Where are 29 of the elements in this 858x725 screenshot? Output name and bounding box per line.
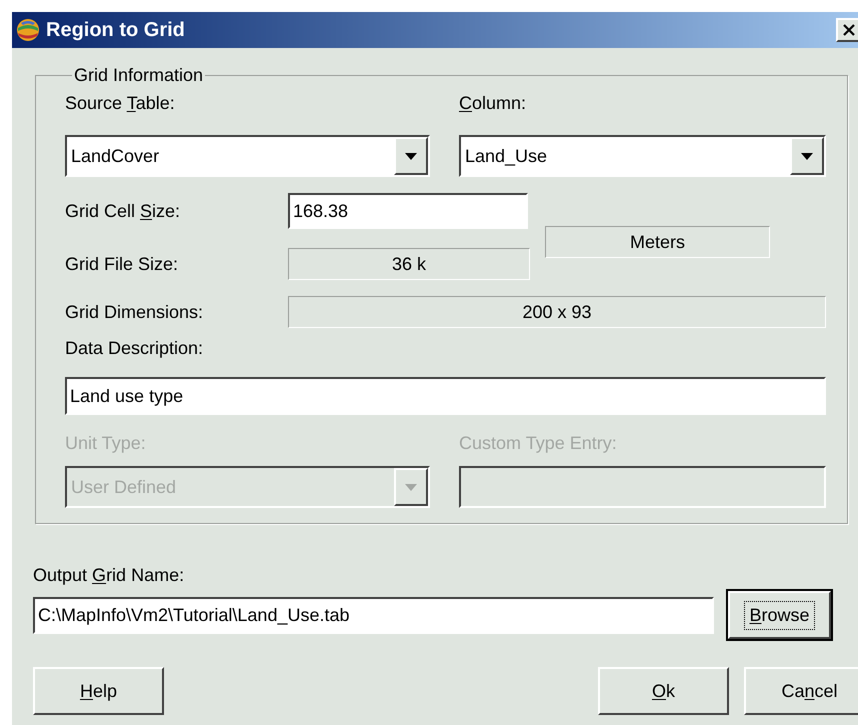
window-title: Region to Grid bbox=[46, 18, 185, 43]
dialog-button[interactable]: Ok bbox=[598, 667, 729, 715]
dialog-button[interactable]: Cancel bbox=[744, 667, 858, 715]
readout-box: 36 k bbox=[288, 248, 530, 280]
field-label: Unit Type: bbox=[65, 434, 147, 452]
caret-icon bbox=[405, 484, 417, 490]
input-field[interactable]: C:\MapInfo\Vm2\Tutorial\Land_Use.tab bbox=[33, 596, 714, 634]
dialog-button[interactable]: Browse bbox=[728, 591, 831, 639]
close-icon bbox=[843, 24, 855, 36]
dropdown[interactable]: LandCover bbox=[65, 135, 430, 177]
group-title: Grid Information bbox=[73, 66, 204, 84]
field-label: Data Description: bbox=[65, 338, 204, 358]
field-label: Source Table: bbox=[65, 94, 176, 112]
input-field[interactable]: Land use type bbox=[65, 377, 826, 415]
field-label: Output Grid Name: bbox=[33, 565, 184, 585]
readout-box: 200 x 93 bbox=[288, 296, 826, 328]
input-field[interactable]: 168.38 bbox=[288, 193, 528, 229]
units-box: Meters bbox=[545, 226, 770, 258]
field-label: Grid Dimensions: bbox=[65, 303, 204, 321]
field-label: Column: bbox=[459, 94, 528, 112]
close-button[interactable] bbox=[836, 18, 858, 42]
globe-icon bbox=[16, 18, 40, 42]
caret-icon bbox=[405, 152, 417, 160]
field-label: Grid Cell Size: bbox=[65, 202, 182, 220]
caret-icon bbox=[801, 152, 813, 160]
field-label: Grid File Size: bbox=[65, 255, 180, 273]
dropdown[interactable]: Land_Use bbox=[459, 135, 826, 177]
dialog-button[interactable]: Help bbox=[33, 667, 164, 715]
field-label: Custom Type Entry: bbox=[459, 434, 618, 452]
